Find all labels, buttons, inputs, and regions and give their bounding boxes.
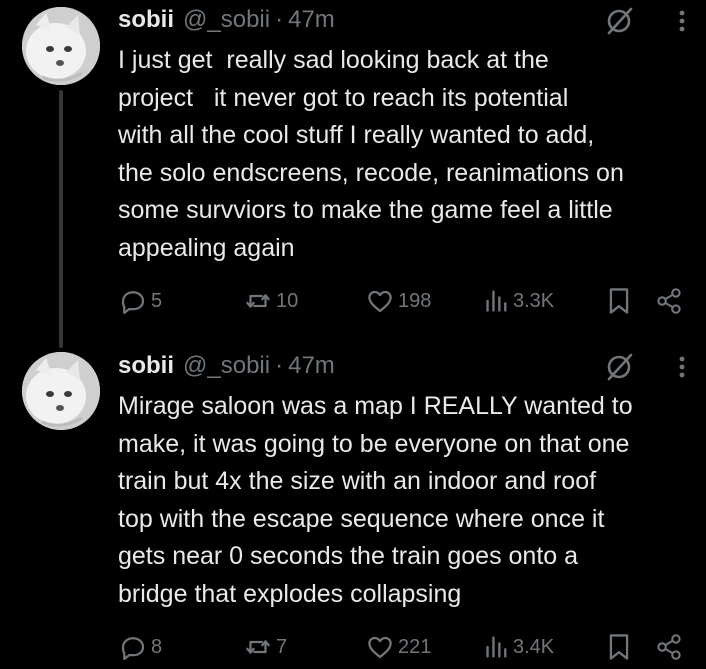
action-bar: 5 10 198 3.3K — [0, 286, 706, 316]
repost-count: 10 — [276, 289, 299, 312]
reply-button[interactable]: 5 — [118, 286, 162, 316]
bookmark-button[interactable] — [606, 632, 632, 662]
bookmark-button[interactable] — [606, 286, 632, 316]
view-count: 3.4K — [513, 635, 555, 658]
like-button[interactable]: 198 — [365, 286, 431, 316]
display-name[interactable]: sobii — [118, 352, 174, 380]
share-icon — [655, 632, 683, 662]
tweet[interactable]: sobii @_sobii · 47m I just get really sa… — [0, 0, 706, 348]
grok-icon[interactable] — [604, 352, 634, 382]
views-button[interactable]: 3.4K — [484, 632, 554, 662]
action-bar: 8 7 221 3.4K — [0, 632, 706, 662]
grok-icon[interactable] — [604, 6, 634, 36]
repost-count: 7 — [276, 635, 288, 658]
tweet[interactable]: sobii @_sobii · 47m Mirage saloon was a … — [0, 340, 706, 669]
reply-count: 5 — [151, 289, 163, 312]
reply-count: 8 — [151, 635, 163, 658]
like-icon — [365, 286, 395, 316]
repost-button[interactable]: 10 — [243, 286, 298, 316]
share-button[interactable] — [655, 632, 683, 662]
like-button[interactable]: 221 — [365, 632, 431, 662]
tweet-header: sobii @_sobii · 47m — [118, 4, 335, 36]
views-button[interactable]: 3.3K — [484, 286, 554, 316]
avatar[interactable] — [22, 7, 100, 85]
repost-button[interactable]: 7 — [243, 632, 287, 662]
more-icon[interactable] — [672, 7, 692, 35]
tweet-text: I just get really sad looking back at th… — [118, 46, 624, 262]
repost-icon — [243, 632, 273, 662]
handle[interactable]: @_sobii — [183, 352, 270, 380]
bookmark-icon — [606, 286, 632, 316]
tweet-text: Mirage saloon was a map I REALLY wanted … — [118, 392, 633, 608]
reply-icon — [118, 632, 148, 662]
display-name[interactable]: sobii — [118, 6, 174, 34]
timestamp[interactable]: 47m — [288, 352, 335, 380]
repost-icon — [243, 286, 273, 316]
view-count: 3.3K — [513, 289, 555, 312]
reply-button[interactable]: 8 — [118, 632, 162, 662]
reply-icon — [118, 286, 148, 316]
timestamp[interactable]: 47m — [288, 6, 335, 34]
like-count: 221 — [398, 635, 432, 658]
views-icon — [484, 286, 510, 316]
share-icon — [655, 286, 683, 316]
bookmark-icon — [606, 632, 632, 662]
handle[interactable]: @_sobii — [183, 6, 270, 34]
avatar[interactable] — [22, 352, 100, 430]
like-count: 198 — [398, 289, 432, 312]
separator-dot: · — [275, 352, 284, 379]
share-button[interactable] — [655, 286, 683, 316]
tweet-header: sobii @_sobii · 47m — [118, 350, 335, 382]
views-icon — [484, 632, 510, 662]
more-icon[interactable] — [672, 353, 692, 381]
like-icon — [365, 632, 395, 662]
separator-dot: · — [275, 6, 284, 33]
